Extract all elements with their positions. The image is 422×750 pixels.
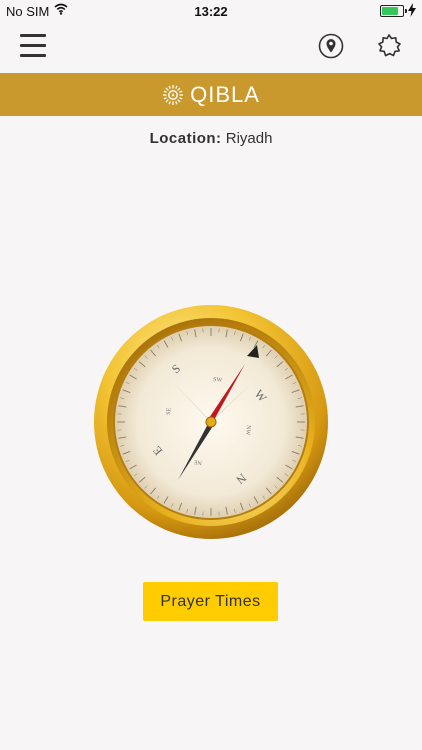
- title-band: QIBLA: [0, 73, 422, 116]
- intercardinal-nw: NW: [244, 425, 251, 436]
- prayer-times-button[interactable]: Prayer Times: [143, 582, 278, 621]
- gear-icon[interactable]: [376, 33, 402, 59]
- location-pin-icon[interactable]: [318, 33, 344, 59]
- location-label: Location:: [149, 130, 222, 147]
- intercardinal-se: SE: [166, 407, 173, 415]
- clock: 13:22: [194, 4, 228, 19]
- status-bar: No SIM 13:22: [0, 0, 422, 22]
- sun-icon: [163, 84, 184, 105]
- page-title: QIBLA: [190, 81, 260, 107]
- nav-bar: [0, 22, 422, 72]
- battery-icon: [380, 5, 407, 17]
- location-value: Riyadh: [225, 130, 273, 147]
- menu-icon[interactable]: [20, 34, 46, 58]
- intercardinal-ne: NE: [193, 458, 202, 465]
- charging-icon: [408, 3, 416, 17]
- qibla-compass: S W N E SW NW NE SE: [94, 305, 328, 539]
- intercardinal-sw: SW: [213, 377, 223, 384]
- location-line: Location: Riyadh: [0, 130, 422, 147]
